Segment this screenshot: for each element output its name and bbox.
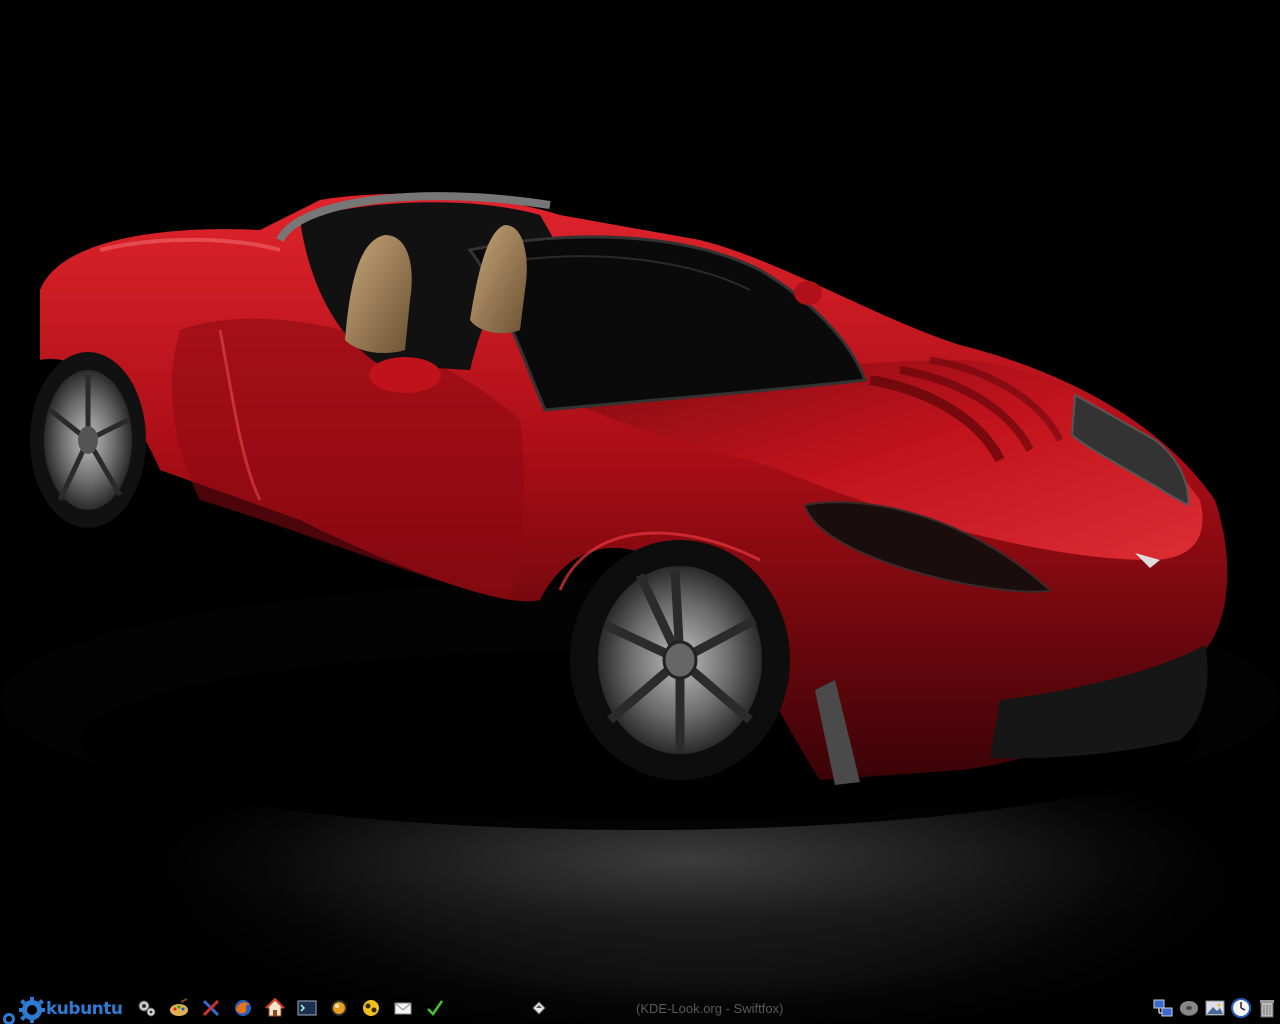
amarok-media-icon [330,1000,347,1016]
clock-icon [1231,998,1251,1018]
taskbar-task-title[interactable]: (KDE-Look.org - Swiftfox) [636,1001,783,1016]
wallpaper-image [0,192,1280,980]
tray-trash[interactable] [1256,996,1278,1020]
network-icon [1153,999,1173,1017]
home-launcher[interactable] [264,997,286,1019]
terminal-icon [297,1000,317,1016]
kde-panel: kubuntu (KDE-Look.org - Swiftfox) [0,992,1280,1024]
firefox-browser-icon [234,1000,251,1016]
taskbar-window-button[interactable] [528,997,550,1019]
kopete-launcher[interactable] [360,997,382,1019]
terminal-launcher[interactable] [296,997,318,1019]
kmenu-button[interactable]: kubuntu [0,992,123,1024]
tray-disk[interactable] [1178,996,1200,1020]
home-folder-icon [264,998,285,1017]
tools-launcher[interactable] [200,997,222,1019]
paint-palette-icon [169,998,188,1016]
checkmark-icon [426,1000,443,1016]
tray-network[interactable] [1152,996,1174,1020]
tray-clock[interactable] [1230,996,1252,1020]
kopete-messenger-icon [362,1000,379,1016]
kmenu-label: kubuntu [46,999,123,1019]
paint-launcher[interactable] [168,997,190,1019]
mail-icon [394,1002,412,1015]
amarok-launcher[interactable] [328,997,350,1019]
taskbar: (KDE-Look.org - Swiftfox) [528,992,1108,1024]
window-app-icon [532,1001,546,1015]
tools-icon [202,999,219,1017]
trash-icon [1260,1000,1274,1018]
disk-icon [1180,1001,1198,1016]
system-settings-icon [138,1000,156,1017]
check-launcher[interactable] [424,997,446,1019]
system-tray [1150,992,1280,1024]
kubuntu-gear-icon [3,997,45,1024]
image-viewer-icon [1205,1000,1225,1016]
tray-image-viewer[interactable] [1204,996,1226,1020]
system-settings-launcher[interactable] [136,997,158,1019]
mail-launcher[interactable] [392,997,414,1019]
desktop[interactable]: kubuntu (KDE-Look.org - Swiftfox) [0,0,1280,1024]
firefox-launcher[interactable] [232,997,254,1019]
